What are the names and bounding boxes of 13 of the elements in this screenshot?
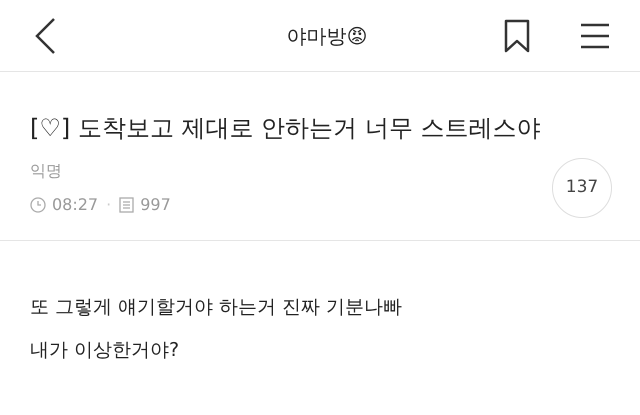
author-name: 익명	[30, 160, 63, 182]
comment-count[interactable]: 137	[552, 158, 612, 218]
post-time: 08:27	[52, 194, 98, 216]
clock-icon	[30, 197, 46, 213]
view-count: 997	[140, 194, 171, 216]
post-body-line: 또 그렇게 얘기할거야 하는거 진짜 기분나빠	[30, 295, 404, 320]
post-title: [♡] 도착보고 제대로 안하는거 너무 스트레스야	[30, 113, 542, 144]
board-title: 야마방😡	[286, 22, 368, 50]
menu-icon[interactable]	[580, 22, 610, 48]
document-icon	[119, 197, 134, 213]
post-body-line: 내가 이상한거야?	[30, 338, 180, 362]
separator-dot: ·	[106, 194, 112, 216]
bookmark-icon[interactable]	[504, 18, 530, 52]
